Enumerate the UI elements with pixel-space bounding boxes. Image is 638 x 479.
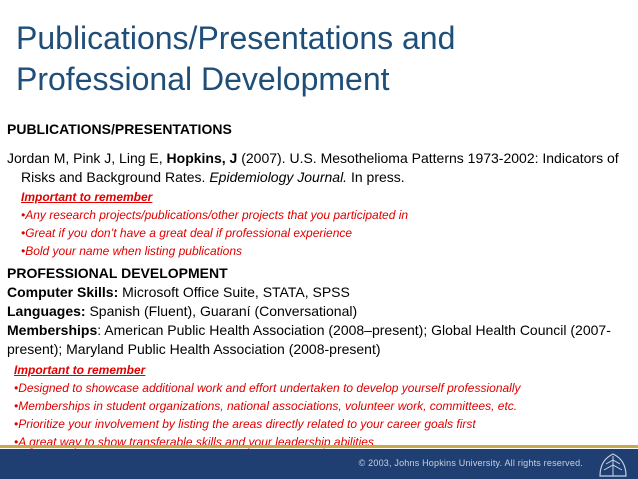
memberships-label: Memberships bbox=[7, 322, 98, 338]
copyright-text: © 2003, Johns Hopkins University. All ri… bbox=[358, 458, 583, 468]
title-line-2: Professional Development bbox=[16, 61, 390, 97]
languages: Languages: Spanish (Fluent), Guaraní (Co… bbox=[7, 302, 632, 321]
professional-tips: Important to remember •Designed to showc… bbox=[14, 361, 632, 451]
title-line-1: Publications/Presentations and bbox=[16, 20, 456, 56]
citation-journal: Epidemiology Journal. bbox=[209, 169, 348, 185]
tip-item: •Great if you don’t have a great deal if… bbox=[21, 226, 353, 240]
citation-authors: Jordan M, Pink J, Ling E, bbox=[7, 150, 167, 166]
computer-skills-label: Computer Skills: bbox=[7, 284, 119, 300]
tips-heading: Important to remember bbox=[21, 190, 153, 204]
citation-status: In press. bbox=[347, 169, 405, 185]
computer-skills: Computer Skills: Microsoft Office Suite,… bbox=[7, 283, 632, 302]
footer-accent-line bbox=[0, 445, 638, 448]
computer-skills-value: Microsoft Office Suite, STATA, SPSS bbox=[118, 284, 350, 300]
professional-heading: PROFESSIONAL DEVELOPMENT bbox=[7, 265, 228, 281]
publication-citation: Jordan M, Pink J, Ling E, Hopkins, J (20… bbox=[7, 149, 632, 187]
citation-own-name: Hopkins, J bbox=[166, 150, 238, 166]
memberships-value: : American Public Health Association (20… bbox=[7, 322, 611, 357]
memberships: Memberships: American Public Health Asso… bbox=[7, 321, 632, 359]
slide-body: PUBLICATIONS/PRESENTATIONS Jordan M, Pin… bbox=[7, 120, 632, 451]
publications-tips: Important to remember •Any research proj… bbox=[21, 188, 632, 260]
publications-heading: PUBLICATIONS/PRESENTATIONS bbox=[7, 121, 232, 137]
tips-heading: Important to remember bbox=[14, 363, 146, 377]
slide-title: Publications/Presentations and Professio… bbox=[16, 18, 616, 100]
slide: Publications/Presentations and Professio… bbox=[0, 0, 638, 479]
languages-value: Spanish (Fluent), Guaraní (Conversationa… bbox=[85, 303, 358, 319]
tip-item: •Memberships in student organizations, n… bbox=[14, 399, 518, 413]
tip-item: •Prioritize your involvement by listing … bbox=[14, 417, 476, 431]
tip-item: •Bold your name when listing publication… bbox=[21, 244, 242, 258]
tip-item: •Any research projects/publications/othe… bbox=[21, 208, 409, 222]
university-seal-icon bbox=[599, 453, 627, 477]
tip-item: •Designed to showcase additional work an… bbox=[14, 381, 521, 395]
languages-label: Languages: bbox=[7, 303, 86, 319]
